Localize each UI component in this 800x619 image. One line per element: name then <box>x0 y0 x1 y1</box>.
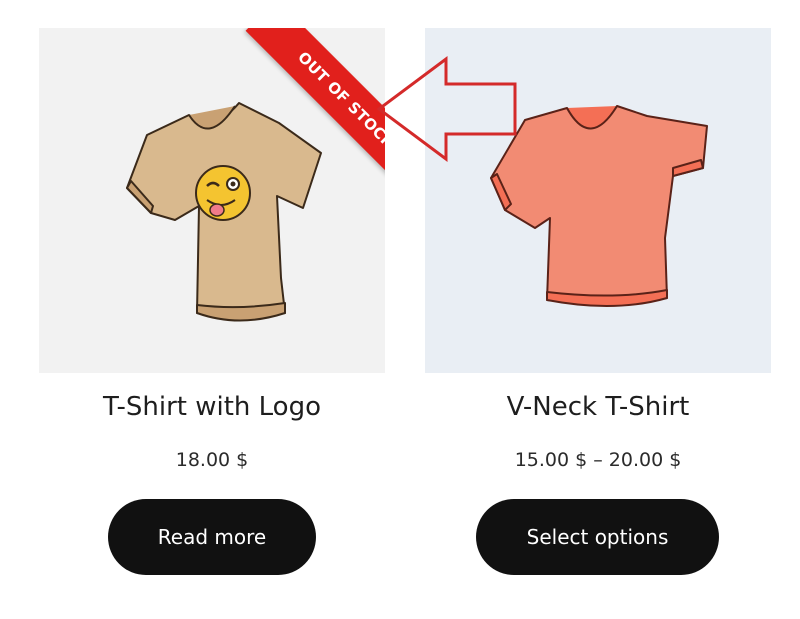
product-price: 15.00 $ – 20.00 $ <box>514 449 682 471</box>
read-more-button[interactable]: Read more <box>108 499 316 575</box>
smiley-logo <box>195 165 251 221</box>
product-price: 18.00 $ <box>175 449 249 471</box>
product-title[interactable]: V-Neck T-Shirt <box>425 392 771 422</box>
select-options-button[interactable]: Select options <box>476 499 719 575</box>
product-title[interactable]: T-Shirt with Logo <box>39 392 385 422</box>
left-arrow-annotation-icon <box>376 56 517 162</box>
product-image[interactable]: OUT OF STOCK <box>39 28 385 373</box>
